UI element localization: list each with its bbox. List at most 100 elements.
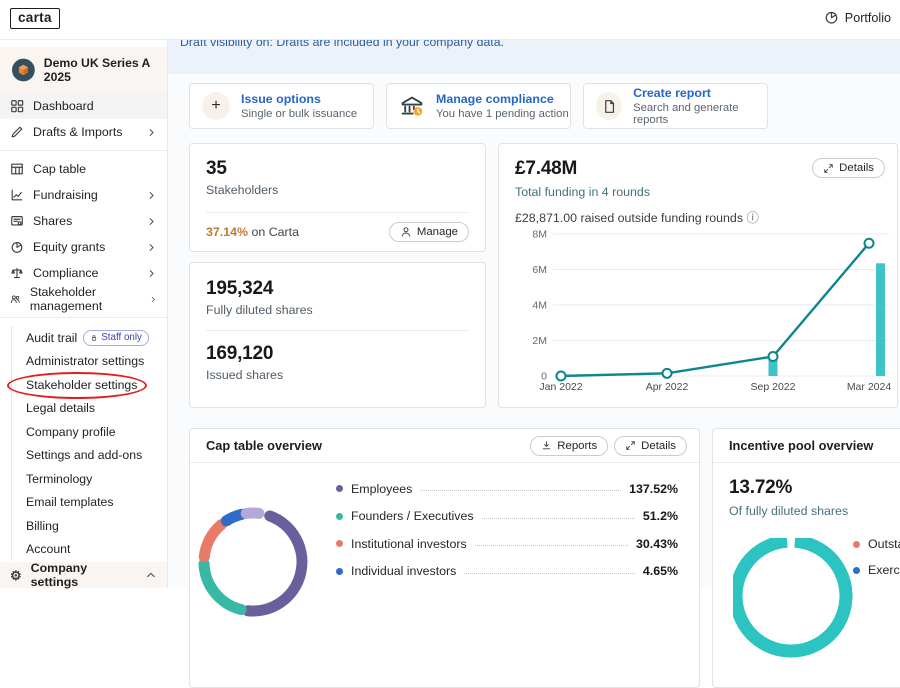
sidebar-item-stakeholder-management[interactable]: Stakeholder management [0, 286, 167, 312]
portfolio-link[interactable]: Portfolio [824, 10, 891, 25]
legend-leader [420, 490, 621, 491]
legend-row: Employees137.52% [336, 475, 678, 503]
chevron-up-icon [145, 569, 157, 581]
legend-row: Exerci [853, 563, 900, 577]
legend-leader [464, 573, 634, 574]
legend-dot [336, 540, 343, 547]
sidebar-item-label: Dashboard [33, 99, 94, 113]
sidebar-item-legal-details[interactable]: Legal details [26, 397, 167, 421]
plus-icon: + [202, 92, 230, 120]
pencil-icon [10, 125, 24, 139]
incentive-percentage: 13.72% [729, 477, 848, 499]
sidebar-item-account[interactable]: Account [26, 538, 167, 562]
on-carta-percentage: 37.14% on Carta [206, 225, 299, 239]
sidebar-item-company-settings[interactable]: ⚙ Company settings [0, 562, 167, 588]
legend-leader [482, 518, 635, 519]
dashboard-grid-icon [10, 99, 24, 113]
download-icon [541, 440, 552, 451]
cap-table-overview-card: Cap table overview Reports Details [189, 428, 700, 688]
banner-text: Draft visibility on: Drafts are included… [180, 40, 900, 49]
reports-button[interactable]: Reports [530, 436, 608, 456]
sidebar-item-label: Equity grants [33, 240, 105, 254]
sidebar-item-settings-and-add-ons[interactable]: Settings and add-ons [26, 444, 167, 468]
legend-dot [336, 513, 343, 520]
legend-row: Outsta [853, 537, 900, 551]
chevron-right-icon [146, 242, 157, 253]
company-name: Demo UK Series A 2025 [44, 56, 155, 84]
sidebar-item-label: Company profile [26, 425, 116, 439]
legend-value: 30.43% [636, 537, 678, 551]
svg-text:6M: 6M [532, 264, 547, 276]
funding-card: £7.48M Details Total funding in 4 rounds… [498, 143, 898, 408]
sidebar-item-fundraising[interactable]: Fundraising [0, 182, 167, 208]
sidebar-item-label: Shares [33, 214, 72, 228]
sidebar-item-label: Fundraising [33, 188, 98, 202]
incentive-subtitle: Of fully diluted shares [729, 504, 848, 518]
sidebar-item-label: Drafts & Imports [33, 125, 123, 139]
sidebar-item-audit-trail[interactable]: Audit trailStaff only [26, 326, 167, 350]
sidebar-item-drafts-imports[interactable]: Drafts & Imports [0, 119, 167, 145]
issue-options-card[interactable]: + Issue options Single or bulk issuance [189, 83, 374, 129]
svg-text:Jan 2022: Jan 2022 [539, 381, 582, 393]
legend-row: Institutional investors 30.43% [336, 530, 678, 558]
chart-icon [10, 188, 24, 202]
sidebar-item-dashboard[interactable]: Dashboard [0, 93, 167, 119]
sidebar-item-shares[interactable]: Shares [0, 208, 167, 234]
sidebar-item-cap-table[interactable]: Cap table [0, 156, 167, 182]
details-button[interactable]: Details [614, 436, 687, 456]
sidebar-item-label: Account [26, 542, 70, 556]
incentive-legend: Outsta Exerci [853, 537, 900, 589]
sidebar-item-compliance[interactable]: Compliance [0, 260, 167, 286]
sidebar-item-label: Terminology [26, 472, 92, 486]
legend-value: 4.65% [643, 564, 678, 578]
sidebar-item-billing[interactable]: Billing [26, 514, 167, 538]
create-report-card[interactable]: Create report Search and generate report… [583, 83, 768, 129]
sidebar-nav: Dashboard Drafts & Imports Cap table Fundra… [0, 93, 167, 312]
expand-icon [625, 440, 636, 451]
gear-icon: ⚙ [10, 569, 22, 582]
manage-compliance-card[interactable]: Manage compliance You have 1 pending act… [386, 83, 571, 129]
legend-label: Institutional investors [351, 537, 467, 551]
sidebar-item-email-templates[interactable]: Email templates [26, 491, 167, 515]
legend-label: Exerci [868, 563, 900, 577]
sidebar-item-stakeholder-settings[interactable]: Stakeholder settings [26, 373, 167, 397]
sidebar-item-equity-grants[interactable]: Equity grants [0, 234, 167, 260]
chevron-right-icon [146, 268, 157, 279]
cap-table-donut-chart [198, 479, 308, 629]
stakeholders-count: 35 [206, 158, 469, 180]
chevron-right-icon [146, 216, 157, 227]
company-selector[interactable]: Demo UK Series A 2025 [0, 47, 167, 93]
sidebar-item-company-profile[interactable]: Company profile [26, 420, 167, 444]
sidebar-item-label: Company settings [31, 561, 137, 589]
info-icon[interactable]: ⓘ [746, 211, 758, 225]
stakeholders-card: 35 Stakeholders 37.14% on Carta Manage [189, 143, 486, 252]
sidebar: Demo UK Series A 2025 Dashboard Drafts & … [0, 40, 168, 588]
sidebar-item-label: Administrator settings [26, 354, 144, 368]
sidebar-item-label: Legal details [26, 401, 95, 415]
details-button[interactable]: Details [812, 158, 885, 178]
chevron-right-icon [149, 294, 158, 305]
action-subtitle: You have 1 pending action [436, 108, 569, 120]
legend-dot [853, 567, 860, 574]
document-icon [596, 92, 622, 120]
pie-chart-icon [824, 10, 839, 25]
action-subtitle: Single or bulk issuance [241, 108, 357, 120]
manage-button[interactable]: Manage [389, 222, 469, 242]
pie-icon [10, 240, 24, 254]
portfolio-label: Portfolio [845, 11, 891, 25]
chevron-right-icon [146, 190, 157, 201]
action-title: Manage compliance [436, 92, 569, 106]
legend-row: Founders / Executives51.2% [336, 503, 678, 531]
legend-label: Founders / Executives [351, 509, 474, 523]
company-settings-sublist: Audit trailStaff only Administrator setti… [11, 326, 167, 561]
funding-line-chart: 02M4M6M8MJan 2022Apr 2022Sep 2022Mar 202… [509, 224, 893, 394]
sidebar-item-label: Billing [26, 519, 59, 533]
sidebar-item-terminology[interactable]: Terminology [26, 467, 167, 491]
lock-icon [90, 334, 98, 342]
sidebar-item-administrator-settings[interactable]: Administrator settings [26, 350, 167, 374]
svg-text:2M: 2M [532, 335, 547, 347]
stakeholders-label: Stakeholders [206, 183, 469, 197]
incentive-donut-chart [733, 538, 857, 658]
carta-logo[interactable]: carta [10, 8, 60, 29]
legend-row: Individual investors4.65% [336, 558, 678, 586]
